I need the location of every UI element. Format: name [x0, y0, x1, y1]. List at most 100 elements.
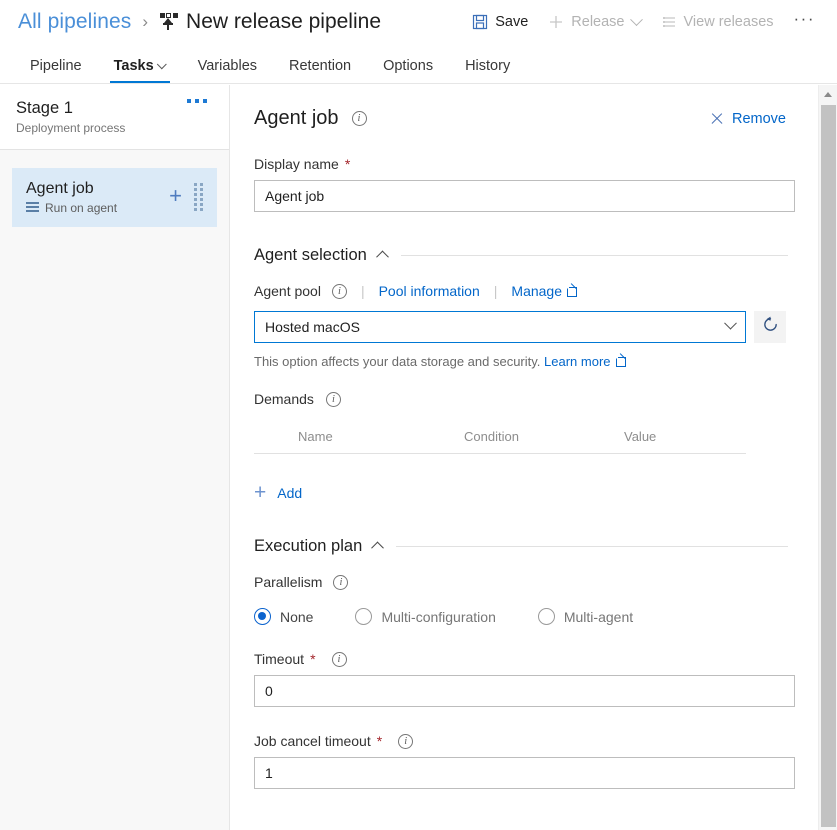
chevron-down-icon	[629, 12, 643, 26]
info-icon[interactable]: i	[333, 574, 349, 590]
execution-plan-header: Execution plan	[254, 537, 788, 556]
radio-dot-icon	[254, 608, 271, 625]
page-title: New release pipeline	[186, 10, 381, 33]
radio-multi-configuration-label: Multi-configuration	[381, 608, 496, 625]
learn-more-link[interactable]: Learn more	[544, 353, 626, 369]
separator: |	[360, 283, 365, 299]
timeout-field: Timeout * i	[254, 651, 795, 707]
plus-icon: +	[254, 481, 267, 504]
tab-variables-label: Variables	[197, 58, 258, 74]
demands-table-header: Name Condition Value	[254, 429, 746, 454]
radio-multi-configuration[interactable]: Multi-configuration	[355, 608, 496, 625]
chevron-up-icon[interactable]	[371, 541, 385, 555]
stage-menu-button[interactable]	[187, 99, 207, 103]
timeout-label-row: Timeout * i	[254, 651, 788, 667]
job-cancel-timeout-label-row: Job cancel timeout * i	[254, 733, 788, 749]
scroll-up-button[interactable]	[819, 85, 837, 103]
drag-handle-icon[interactable]	[194, 183, 203, 211]
job-cancel-timeout-field: Job cancel timeout * i	[254, 733, 795, 789]
job-details-panel: Agent job i Remove Display name * Agent …	[231, 85, 818, 830]
storage-security-note: This option affects your data storage an…	[254, 353, 788, 369]
job-cancel-timeout-input[interactable]	[254, 757, 795, 789]
save-button[interactable]: Save	[462, 10, 538, 34]
pool-information-link[interactable]: Pool information	[379, 283, 480, 299]
divider	[400, 255, 788, 256]
pipeline-sidebar: Stage 1 Deployment process Agent job Run…	[0, 85, 230, 830]
column-header-condition: Condition	[464, 429, 519, 444]
radio-dot-icon	[355, 608, 373, 625]
release-button[interactable]: Release	[538, 10, 650, 34]
agent-pool-selector-row: Hosted macOS	[254, 311, 788, 343]
panel-header: Agent job i Remove	[254, 107, 788, 130]
radio-multi-agent[interactable]: Multi-agent	[537, 608, 634, 625]
info-icon[interactable]: i	[331, 651, 347, 667]
tab-options[interactable]: Options	[371, 58, 445, 83]
learn-more-label: Learn more	[544, 354, 611, 369]
radio-multi-agent-label: Multi-agent	[563, 608, 634, 625]
job-subtitle: Run on agent	[45, 201, 118, 215]
tab-history-label: History	[465, 58, 511, 74]
parallelism-label: Parallelism	[254, 574, 323, 590]
stage-subtitle: Deployment process	[16, 121, 126, 135]
tab-bar: Pipeline Tasks Variables Retention Optio…	[0, 44, 837, 84]
tab-options-label: Options	[383, 58, 434, 74]
job-list: Agent job Run on agent +	[0, 150, 229, 227]
tab-pipeline[interactable]: Pipeline	[18, 58, 94, 83]
refresh-agent-pools-button[interactable]	[754, 311, 786, 343]
required-marker: *	[344, 156, 351, 172]
tab-retention[interactable]: Retention	[277, 58, 363, 83]
add-demand-label: Add	[277, 484, 303, 501]
display-name-input[interactable]	[254, 180, 795, 212]
required-marker: *	[310, 651, 316, 667]
view-releases-button[interactable]: View releases	[651, 10, 784, 34]
save-label: Save	[495, 14, 529, 30]
breadcrumb-all-pipelines[interactable]: All pipelines	[18, 10, 131, 34]
info-icon[interactable]: i	[325, 391, 341, 407]
job-cancel-timeout-label: Job cancel timeout	[254, 733, 371, 749]
agent-pool-row: Agent pool i | Pool information | Manage	[254, 283, 788, 299]
job-subtitle-row: Run on agent	[26, 201, 163, 215]
agent-server-icon	[26, 202, 39, 214]
agent-selection-title: Agent selection	[254, 246, 367, 264]
breadcrumb-separator: ›	[142, 12, 149, 31]
release-pipeline-editor: All pipelines › New release pipeline Sav…	[0, 0, 837, 830]
agent-selection-header: Agent selection	[254, 246, 788, 265]
timeout-input[interactable]	[254, 675, 795, 707]
remove-button[interactable]: Remove	[710, 111, 786, 127]
tab-retention-label: Retention	[289, 58, 352, 74]
tab-pipeline-label: Pipeline	[30, 58, 82, 74]
radio-dot-icon	[537, 608, 555, 625]
stage-card[interactable]: Stage 1 Deployment process	[0, 85, 229, 150]
timeout-label: Timeout	[254, 651, 305, 667]
info-icon[interactable]: i	[351, 111, 367, 126]
add-task-button[interactable]: +	[163, 185, 194, 209]
tab-history[interactable]: History	[453, 58, 522, 83]
release-label: Release	[571, 14, 625, 30]
manage-link-label: Manage	[511, 283, 562, 299]
remove-label: Remove	[732, 110, 786, 127]
more-actions-button[interactable]: ···	[784, 7, 823, 37]
info-icon[interactable]: i	[331, 283, 347, 299]
top-header: All pipelines › New release pipeline Sav…	[0, 0, 837, 44]
required-marker: *	[376, 733, 383, 749]
job-title: Agent job	[26, 180, 94, 197]
parallelism-label-row: Parallelism i	[254, 574, 788, 590]
chevron-up-icon[interactable]	[375, 250, 389, 264]
radio-none[interactable]: None	[254, 608, 313, 625]
scrollbar-thumb[interactable]	[821, 105, 836, 827]
tab-variables[interactable]: Variables	[186, 58, 269, 83]
breadcrumb: All pipelines › New release pipeline	[0, 10, 381, 34]
agent-pool-dropdown[interactable]: Hosted macOS	[254, 311, 746, 343]
add-demand-button[interactable]: + Add	[254, 482, 788, 503]
tab-tasks[interactable]: Tasks	[102, 58, 178, 83]
execution-plan-title: Execution plan	[254, 537, 363, 555]
vertical-scrollbar[interactable]	[818, 85, 837, 830]
manage-link[interactable]: Manage	[511, 283, 577, 299]
info-icon[interactable]: i	[398, 733, 414, 749]
sidebar-item-agent-job[interactable]: Agent job Run on agent +	[12, 168, 217, 227]
note-text: This option affects your data storage an…	[254, 354, 541, 369]
column-header-value: Value	[624, 429, 657, 444]
refresh-icon	[762, 316, 779, 338]
radio-none-label: None	[280, 608, 314, 625]
plus-icon	[548, 14, 564, 30]
